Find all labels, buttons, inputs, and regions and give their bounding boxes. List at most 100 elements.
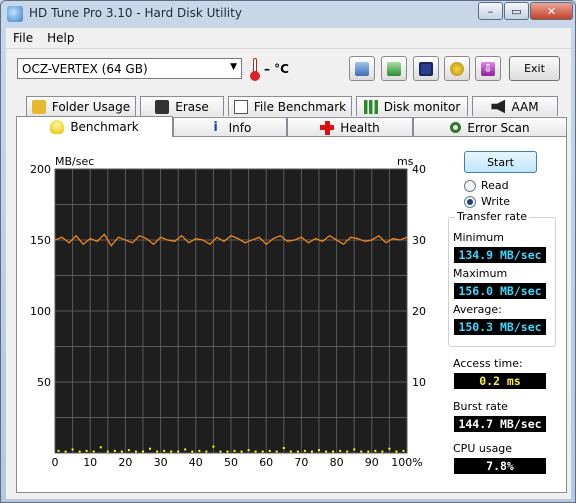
y-right-tick-label: 30 <box>412 234 426 247</box>
access-time-point <box>127 449 130 452</box>
access-time-point <box>402 449 405 452</box>
drive-dropdown[interactable]: OCZ-VERTEX (64 GB) ▼ <box>17 58 242 79</box>
tab-label: Health <box>340 120 380 135</box>
benchmark-panel: 200 150 100 50 40 30 20 10 0 10 20 30 40 50 60 70 80 90 10… <box>16 136 567 493</box>
minimum-label: Minimum <box>453 231 504 244</box>
tab-label: Folder Usage <box>51 99 131 114</box>
x-tick-label: 80 <box>330 456 344 469</box>
minimum-value: 134.9 MB/sec <box>454 247 546 263</box>
download-button[interactable]: ⇩ <box>475 56 501 81</box>
access-time-point <box>268 449 271 452</box>
x-tick-label: 50 <box>224 456 238 469</box>
benchmark-chart: 200 150 100 50 40 30 20 10 0 10 20 30 40 50 60 70 80 90 10… <box>17 137 437 494</box>
x-tick-label: 10 <box>83 456 97 469</box>
magnifier-icon <box>450 122 462 133</box>
maximum-value: 156.0 MB/sec <box>454 283 546 299</box>
access-time-point <box>212 445 215 448</box>
maximize-button[interactable]: ▭ <box>504 2 529 20</box>
title-bar[interactable]: HD Tune Pro 3.10 - Hard Disk Utility – ▭… <box>1 1 575 27</box>
client-area: OCZ-VERTEX (64 GB) ▼ – °C ⇩ Exit Folder … <box>6 48 571 499</box>
menu-file[interactable]: File <box>6 31 40 45</box>
start-button[interactable]: Start <box>464 151 537 173</box>
tab-aam[interactable]: AAM <box>472 96 558 116</box>
download-arrow-icon: ⇩ <box>481 61 495 76</box>
red-cross-icon <box>320 120 335 135</box>
tab-info[interactable]: i Info <box>173 117 287 137</box>
access-time-point <box>156 450 159 453</box>
radio-dot <box>464 179 476 192</box>
info-icon: i <box>213 119 218 135</box>
access-time-point <box>353 448 356 451</box>
access-time-point <box>282 447 285 450</box>
chevron-down-icon: ▼ <box>230 62 237 72</box>
access-time-value: 0.2 ms <box>454 373 546 389</box>
copy-screenshot-button[interactable] <box>381 56 407 81</box>
exit-button[interactable]: Exit <box>509 56 560 81</box>
drive-dropdown-value: OCZ-VERTEX (64 GB) <box>22 62 148 76</box>
access-time-point <box>296 450 299 453</box>
access-time-point <box>219 450 222 453</box>
close-button[interactable]: ✕ <box>530 2 573 20</box>
access-time-point <box>346 450 349 453</box>
app-window: HD Tune Pro 3.10 - Hard Disk Utility – ▭… <box>0 0 576 503</box>
x-tick-label: 100% <box>391 456 422 469</box>
lightbulb-icon <box>50 120 65 134</box>
access-time-point <box>254 450 257 453</box>
tab-file-benchmark[interactable]: File Benchmark <box>228 96 352 116</box>
y-left-tick-label: 200 <box>30 163 51 176</box>
access-time-label: Access time: <box>453 357 523 370</box>
x-tick-label: 20 <box>118 456 132 469</box>
cpu-usage-value: 7.8% <box>454 458 546 474</box>
access-time-point <box>64 450 67 453</box>
folder-icon <box>31 99 46 114</box>
access-time-point <box>163 449 166 452</box>
read-radio-label: Read <box>481 179 509 192</box>
save-button[interactable] <box>413 56 439 81</box>
read-radio[interactable]: Read <box>464 179 509 192</box>
y-right-tick-label: 40 <box>412 163 426 176</box>
copy-icon <box>355 61 369 76</box>
access-time-point <box>395 450 398 453</box>
tab-health[interactable]: Health <box>287 117 413 137</box>
transfer-rate-title: Transfer rate <box>455 210 530 223</box>
access-time-point <box>388 447 391 450</box>
y-left-tick-label: 100 <box>30 305 51 318</box>
write-radio[interactable]: Write <box>464 195 510 208</box>
copy-screenshot-icon <box>387 61 401 76</box>
average-value: 150.3 MB/sec <box>454 319 546 335</box>
options-button[interactable] <box>444 56 470 81</box>
tab-error-scan[interactable]: Error Scan <box>413 117 567 137</box>
burst-rate-label: Burst rate <box>453 400 508 413</box>
settings-icon <box>450 61 464 76</box>
tab-erase[interactable]: Erase <box>140 96 224 116</box>
access-time-point <box>134 450 137 453</box>
menu-help[interactable]: Help <box>40 31 81 45</box>
access-time-point <box>233 449 236 452</box>
access-time-point <box>332 450 335 453</box>
tab-benchmark[interactable]: Benchmark <box>16 116 173 137</box>
tab-folder-usage[interactable]: Folder Usage <box>26 96 136 116</box>
speaker-icon <box>491 99 506 114</box>
access-time-point <box>289 450 292 453</box>
y-right-tick-label: 20 <box>412 305 426 318</box>
x-tick-label: 0 <box>52 456 59 469</box>
access-time-point <box>149 447 152 450</box>
access-time-point <box>367 450 370 453</box>
floppy-disk-icon <box>419 61 433 76</box>
access-time-point <box>57 449 60 452</box>
file-icon <box>233 99 248 114</box>
access-time-point <box>318 449 320 452</box>
y-left-tick-label: 50 <box>37 376 51 389</box>
access-time-point <box>261 450 264 453</box>
access-time-point <box>325 450 328 453</box>
menu-bar: File Help <box>6 28 571 48</box>
minimize-button[interactable]: – <box>478 2 503 20</box>
access-time-point <box>99 446 102 449</box>
x-tick-label: 30 <box>154 456 168 469</box>
access-time-point <box>226 450 229 453</box>
x-tick-label: 40 <box>189 456 203 469</box>
access-time-point <box>113 449 116 452</box>
tab-label: File Benchmark <box>253 99 347 114</box>
copy-info-button[interactable] <box>349 56 375 81</box>
tab-disk-monitor[interactable]: Disk monitor <box>356 96 468 116</box>
